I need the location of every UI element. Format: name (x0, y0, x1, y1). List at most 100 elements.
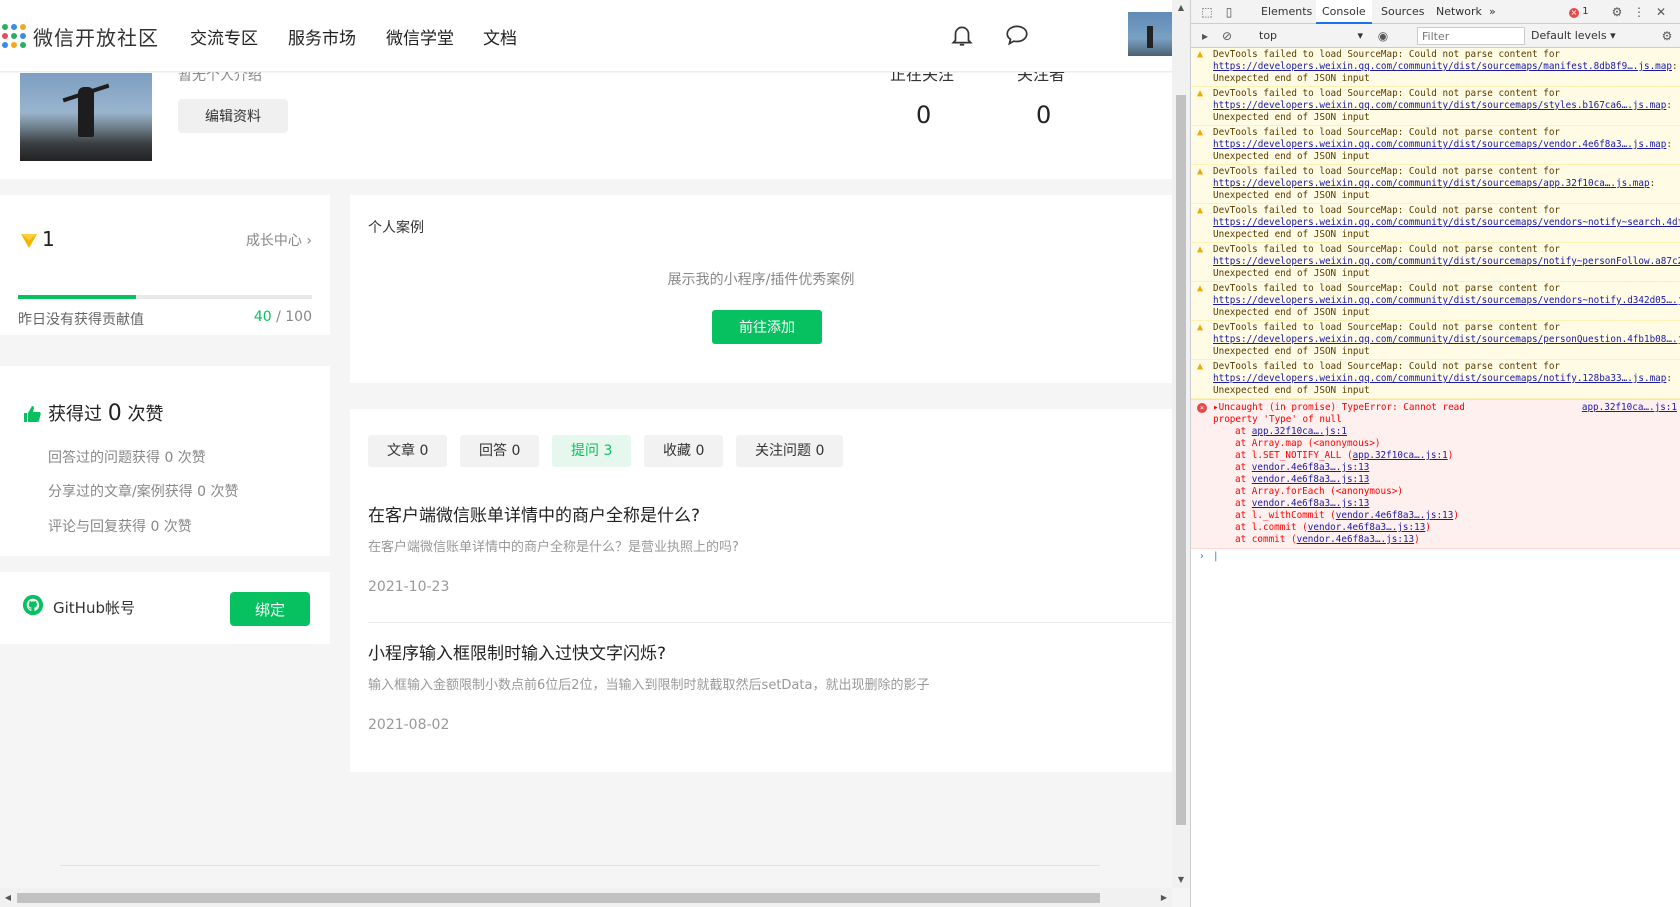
question-title[interactable]: 在客户端微信账单详情中的商户全称是什么? (368, 501, 1128, 526)
nav-item-community[interactable]: 交流专区 (190, 24, 258, 49)
kebab-menu-icon[interactable]: ⋮ (1631, 4, 1647, 20)
scroll-left-arrow-icon[interactable]: ◀ (0, 888, 16, 907)
sourcemap-link[interactable]: https://developers.weixin.qq.com/communi… (1213, 100, 1666, 111)
sourcemap-link[interactable]: https://developers.weixin.qq.com/communi… (1213, 217, 1680, 228)
stack-frame-link[interactable]: vendor.4e6f8a3….js:13 (1297, 534, 1415, 545)
scroll-right-arrow-icon[interactable]: ▶ (1156, 888, 1172, 907)
question-title[interactable]: 小程序输入框限制时输入过快文字闪烁? (368, 639, 1128, 664)
console-settings-icon[interactable]: ⚙ (1659, 28, 1675, 44)
stack-frame: at vendor.4e6f8a3….js:13 (1213, 462, 1677, 474)
contribution-count: 40 / 100 (253, 309, 312, 325)
stack-frame-link[interactable]: vendor.4e6f8a3….js:13 (1252, 462, 1370, 473)
settings-gear-icon[interactable]: ⚙ (1609, 4, 1625, 20)
nav-item-market[interactable]: 服务市场 (288, 24, 356, 49)
vertical-scroll-thumb[interactable] (1176, 95, 1186, 825)
likes-comments: 评论与回复获得 0 次赞 (48, 519, 192, 535)
stack-frame-text: at l._withCommit (1235, 510, 1331, 521)
contribution-progress (18, 295, 312, 299)
question-item[interactable]: 小程序输入框限制时输入过快文字闪烁? 输入框输入金额限制小数点前6位后2位，当输… (368, 639, 1128, 733)
user-avatar[interactable] (1128, 12, 1172, 56)
device-toolbar-icon[interactable]: ▯ (1221, 4, 1237, 20)
nav-item-school[interactable]: 微信学堂 (386, 24, 454, 49)
eye-icon[interactable]: ◉ (1375, 28, 1391, 44)
console-toolbar: ▸ ⊘ top▾ ◉ Default levels ▾ ⚙ (1191, 24, 1680, 48)
sidebar-toggle-icon[interactable]: ▸ (1197, 28, 1213, 44)
growth-center-link[interactable]: 成长中心 › (246, 230, 312, 250)
tab-answers[interactable]: 回答 0 (460, 435, 540, 467)
github-icon (22, 594, 44, 616)
stack-frame-link[interactable]: vendor.4e6f8a3….js:13 (1252, 498, 1370, 509)
sourcemap-link[interactable]: https://developers.weixin.qq.com/communi… (1213, 256, 1680, 267)
stack-frame-link[interactable]: vendor.4e6f8a3….js:13 (1336, 510, 1454, 521)
level-value: 1 (42, 227, 55, 251)
question-desc: 输入框输入金额限制小数点前6位后2位，当输入到限制时就截取然后setData，就… (368, 678, 930, 693)
log-levels-select[interactable]: Default levels ▾ (1531, 27, 1616, 45)
more-tabs-icon[interactable]: » (1489, 0, 1496, 24)
edit-profile-button[interactable]: 编辑资料 (178, 99, 288, 133)
console-warning: ▲ DevTools failed to load SourceMap: Coul… (1191, 204, 1680, 243)
following-count[interactable]: 0 (916, 101, 931, 129)
error-message[interactable]: ▸Uncaught (in promise) TypeError: Cannot… (1213, 402, 1503, 426)
sourcemap-link[interactable]: https://developers.weixin.qq.com/communi… (1213, 334, 1680, 345)
github-card: GitHub帐号 绑定 (0, 572, 330, 644)
stack-frame-link[interactable]: app.32f10ca….js:1 (1252, 426, 1347, 437)
tab-articles[interactable]: 文章 0 (368, 435, 448, 467)
scroll-down-arrow-icon[interactable]: ▼ (1172, 872, 1190, 888)
console-warning: ▲ DevTools failed to load SourceMap: Coul… (1191, 126, 1680, 165)
tab-network[interactable]: Network (1436, 0, 1482, 24)
warning-icon: ▲ (1197, 205, 1204, 216)
likes-answers: 回答过的问题获得 0 次赞 (48, 450, 206, 466)
sourcemap-link[interactable]: https://developers.weixin.qq.com/communi… (1213, 61, 1672, 72)
bell-icon[interactable] (949, 22, 975, 48)
console-prompt[interactable]: › | (1191, 549, 1680, 565)
stack-frame: at vendor.4e6f8a3….js:13 (1213, 498, 1677, 510)
stack-frame-link[interactable]: vendor.4e6f8a3….js:13 (1308, 522, 1426, 533)
followers-count[interactable]: 0 (1036, 101, 1051, 129)
tab-elements[interactable]: Elements (1261, 0, 1312, 24)
horizontal-scrollbar[interactable]: ◀ ▶ (0, 888, 1172, 907)
brand-title[interactable]: 微信开放社区 (33, 22, 159, 51)
nav-item-docs[interactable]: 文档 (483, 24, 517, 49)
sourcemap-link[interactable]: https://developers.weixin.qq.com/communi… (1213, 373, 1666, 384)
console-warning: ▲ DevTools failed to load SourceMap: Coul… (1191, 360, 1680, 399)
stack-frame-text: at l.commit (1235, 522, 1303, 533)
stack-frame-link[interactable]: vendor.4e6f8a3….js:13 (1252, 474, 1370, 485)
horizontal-scroll-thumb[interactable] (17, 893, 1100, 903)
stack-frame-link[interactable]: app.32f10ca….js:1 (1353, 450, 1448, 461)
stack-frame-text: at (1235, 426, 1252, 437)
inspect-element-icon[interactable]: ⬚ (1199, 4, 1215, 20)
stack-frame-text: at Array.forEach (<anonymous>) (1235, 486, 1403, 497)
tab-questions[interactable]: 提问 3 (552, 435, 632, 467)
tab-followed-questions[interactable]: 关注问题 0 (736, 435, 844, 467)
console-warning: ▲ DevTools failed to load SourceMap: Coul… (1191, 282, 1680, 321)
profile-card: 暂无个人介绍 编辑资料 正在关注 0 关注者 0 (0, 65, 1172, 179)
message-icon[interactable] (1004, 22, 1030, 48)
likes-title: 获得过 0 次赞 (48, 401, 164, 426)
tab-console[interactable]: Console (1316, 0, 1372, 24)
error-count-badge[interactable]: × 1 (1569, 4, 1595, 20)
sourcemap-link[interactable]: https://developers.weixin.qq.com/communi… (1213, 139, 1666, 150)
question-item[interactable]: 在客户端微信账单详情中的商户全称是什么? 在客户端微信账单详情中的商户全称是什么… (368, 501, 1128, 595)
vertical-scrollbar[interactable]: ▲ ▼ (1172, 0, 1190, 888)
tab-sources[interactable]: Sources (1381, 0, 1425, 24)
context-select[interactable]: top ▾ (1255, 27, 1367, 45)
add-case-button[interactable]: 前往添加 (712, 310, 822, 344)
sourcemap-link[interactable]: https://developers.weixin.qq.com/communi… (1213, 178, 1650, 189)
close-icon[interactable]: ✕ (1653, 4, 1669, 20)
warning-text: DevTools failed to load SourceMap: Could… (1213, 166, 1561, 177)
error-source-link[interactable]: app.32f10ca….js:1 (1582, 402, 1677, 414)
likes-articles: 分享过的文章/案例获得 0 次赞 (48, 484, 239, 500)
logo-icon[interactable] (2, 24, 26, 48)
contribution-progress-fill (18, 295, 136, 299)
stack-frame: at app.32f10ca….js:1 (1213, 426, 1677, 438)
clear-console-icon[interactable]: ⊘ (1219, 28, 1235, 44)
scroll-up-arrow-icon[interactable]: ▲ (1172, 0, 1190, 16)
warning-text: DevTools failed to load SourceMap: Could… (1213, 244, 1561, 255)
bind-github-button[interactable]: 绑定 (230, 592, 310, 626)
sourcemap-link[interactable]: https://developers.weixin.qq.com/communi… (1213, 295, 1680, 306)
console-filter-input[interactable] (1417, 27, 1525, 45)
tab-favorites[interactable]: 收藏 0 (644, 435, 724, 467)
footer-divider (60, 865, 1100, 866)
likes-card: 获得过 0 次赞 回答过的问题获得 0 次赞 分享过的文章/案例获得 0 次赞 … (0, 366, 330, 556)
question-date: 2021-10-23 (368, 579, 450, 595)
